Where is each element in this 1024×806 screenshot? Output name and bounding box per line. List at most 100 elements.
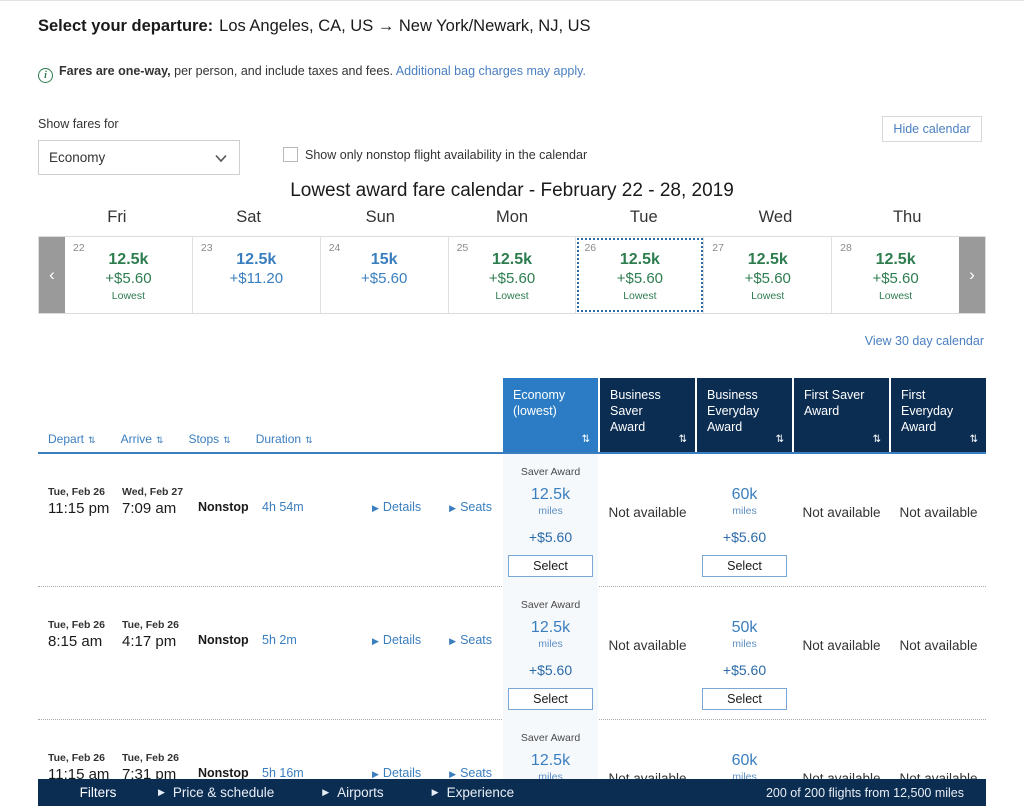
triangle-right-icon: ▶	[449, 769, 457, 779]
fare-calendar: Fri Sat Sun Mon Tue Wed Thu ‹ 22 12.5k +$5.60 Low…	[38, 208, 986, 314]
select-button[interactable]: Select	[702, 554, 787, 577]
select-button[interactable]: Select	[508, 554, 593, 577]
fare-disclaimer: i Fares are one-way, per person, and incl…	[38, 64, 586, 83]
seats-link[interactable]: ▶ Seats	[449, 633, 492, 647]
calendar-day-23[interactable]: 23 12.5k +$11.20	[192, 237, 321, 313]
sort-header-arrive[interactable]: Arrive ⇅	[121, 432, 164, 446]
triangle-right-icon: ▶	[449, 503, 457, 513]
fare-miles-word: miles	[732, 637, 757, 650]
calendar-day-27[interactable]: 27 12.5k +$5.60 Lowest	[704, 237, 833, 313]
checkbox-box[interactable]	[283, 147, 298, 162]
arrive-cell: Tue, Feb 26 4:17 pm	[122, 618, 198, 652]
fare-miles[interactable]: 60k	[697, 752, 792, 770]
sort-arrows-icon: ⇅	[155, 435, 163, 445]
chevron-down-icon	[215, 154, 227, 162]
fare-miles[interactable]: 50k	[697, 619, 792, 637]
duration-cell[interactable]: 4h 54m	[262, 500, 372, 514]
fare-not-available: Not available	[899, 505, 978, 520]
filter-bar-item-experience[interactable]: ▶ Experience	[432, 785, 514, 800]
calendar-day-lowest-tag: Lowest	[878, 289, 913, 302]
fare-miles[interactable]: 12.5k	[503, 486, 598, 504]
cabin-select-value: Economy	[49, 150, 106, 165]
sort-arrows-icon[interactable]: ⇅	[679, 434, 687, 447]
view-30-day-calendar[interactable]: View 30 day calendar	[865, 334, 984, 348]
bag-charges-link[interactable]: Additional bag charges may apply.	[396, 64, 586, 78]
calendar-day-miles: 12.5k	[747, 250, 788, 268]
calendar-day-miles: 12.5k	[491, 250, 533, 268]
calendar-day-number: 26	[584, 242, 597, 254]
calendar-day-miles: 12.5k	[108, 250, 149, 268]
nonstop-only-label: Show only nonstop flight availability in…	[305, 147, 588, 162]
depart-date: Tue, Feb 26	[48, 619, 105, 631]
fare-miles[interactable]: 12.5k	[503, 619, 598, 637]
fare-disclaimer-bold: Fares are one-way,	[59, 64, 171, 78]
calendar-day-26[interactable]: 26 12.5k +$5.60 Lowest	[576, 237, 705, 313]
filter-bar-item-price-schedule[interactable]: ▶ Price & schedule	[158, 785, 274, 800]
triangle-right-icon: ▶	[372, 636, 379, 646]
nonstop-only-checkbox[interactable]: Show only nonstop flight availability in…	[283, 147, 587, 162]
fare-miles[interactable]: 12.5k	[503, 752, 598, 770]
arrive-date: Wed, Feb 27	[122, 486, 184, 498]
fare-column-header-0[interactable]: Economy (lowest) ⇅	[503, 378, 598, 454]
sort-header-duration[interactable]: Duration ⇅	[256, 432, 313, 446]
seats-link[interactable]: ▶ Seats	[449, 766, 492, 780]
calendar-day-miles: 12.5k	[236, 250, 277, 268]
view-30-day-calendar-link[interactable]: View 30 day calendar	[865, 334, 984, 348]
fare-price: +$5.60	[722, 528, 767, 545]
depart-cell: Tue, Feb 26 11:15 pm	[48, 485, 122, 519]
sort-arrows-icon[interactable]: ⇅	[873, 434, 881, 447]
triangle-right-icon: ▶	[372, 503, 379, 513]
fare-cell-1: Not available	[600, 587, 695, 720]
fare-column-header-3[interactable]: First Saver Award ⇅	[794, 378, 889, 454]
calendar-day-24[interactable]: 24 15k +$5.60	[320, 237, 449, 313]
sort-arrows-icon[interactable]: ⇅	[970, 434, 978, 447]
calendar-prev-button[interactable]: ‹	[39, 237, 65, 313]
calendar-day-miles: 12.5k	[875, 250, 916, 268]
sort-header-stops[interactable]: Stops ⇅	[188, 432, 230, 446]
depart-time: 11:15 pm	[48, 500, 110, 518]
hide-calendar-button[interactable]: Hide calendar	[882, 116, 982, 142]
calendar-day-price: +$5.60	[488, 269, 536, 287]
fare-header-line1: First Saver	[804, 388, 865, 402]
stops-cell: Nonstop	[198, 633, 249, 647]
filter-bar-item-airports[interactable]: ▶ Airports	[322, 785, 383, 800]
calendar-day-miles: 15k	[370, 250, 398, 268]
fare-miles[interactable]: 60k	[697, 486, 792, 504]
sort-arrows-icon[interactable]: ⇅	[776, 434, 784, 447]
fare-cells: Saver Award12.5kmiles+$5.60Select Not av…	[503, 454, 986, 587]
sort-header-depart[interactable]: Depart ⇅	[48, 432, 96, 446]
calendar-day-miles: 12.5k	[619, 250, 660, 268]
details-link[interactable]: ▶ Details	[372, 500, 421, 514]
fare-disclaimer-rest: per person, and include taxes and fees.	[170, 64, 396, 78]
fare-class-headers: Economy (lowest) ⇅ Business Saver Award ⇅ Busin…	[503, 378, 986, 454]
fare-column-header-4[interactable]: First Everyday Award ⇅	[891, 378, 986, 454]
calendar-day-25[interactable]: 25 12.5k +$5.60 Lowest	[448, 237, 577, 313]
calendar-day-28[interactable]: 28 12.5k +$5.60 Lowest	[832, 237, 960, 313]
calendar-day-22[interactable]: 22 12.5k +$5.60 Lowest	[65, 237, 193, 313]
details-link[interactable]: ▶ Details	[372, 633, 421, 647]
table-header: Depart ⇅ Arrive ⇅ Stops ⇅ Duration ⇅ Economy (lo…	[38, 378, 986, 454]
sort-arrows-icon[interactable]: ⇅	[582, 434, 590, 447]
triangle-right-icon: ▶	[158, 787, 165, 797]
sort-headers: Depart ⇅ Arrive ⇅ Stops ⇅ Duration ⇅	[48, 432, 338, 446]
fare-column-header-1[interactable]: Business Saver Award ⇅	[600, 378, 695, 454]
fare-header-line3: Award	[610, 420, 646, 434]
fare-column-header-2[interactable]: Business Everyday Award ⇅	[697, 378, 792, 454]
filter-bar-title: Filters	[79, 785, 117, 800]
fare-cell-2: 50k miles +$5.60 Select	[697, 587, 792, 720]
select-button[interactable]: Select	[702, 687, 787, 710]
duration-cell[interactable]: 5h 16m	[262, 766, 372, 780]
calendar-next-button[interactable]: ›	[959, 237, 985, 313]
calendar-day-price: +$11.20	[229, 269, 284, 287]
duration-cell[interactable]: 5h 2m	[262, 633, 372, 647]
show-fares-label: Show fares for	[38, 117, 119, 131]
calendar-dow-wed: Wed	[758, 208, 793, 226]
stops-cell: Nonstop	[198, 500, 249, 514]
info-icon: i	[38, 68, 53, 83]
select-button[interactable]: Select	[508, 687, 593, 710]
seats-link[interactable]: ▶ Seats	[449, 500, 492, 514]
details-link[interactable]: ▶ Details	[372, 766, 421, 780]
cabin-select[interactable]: Economy	[38, 140, 240, 175]
flights-table: Depart ⇅ Arrive ⇅ Stops ⇅ Duration ⇅ Economy (lo…	[38, 378, 986, 806]
calendar-day-lowest-tag: Lowest	[751, 289, 785, 302]
